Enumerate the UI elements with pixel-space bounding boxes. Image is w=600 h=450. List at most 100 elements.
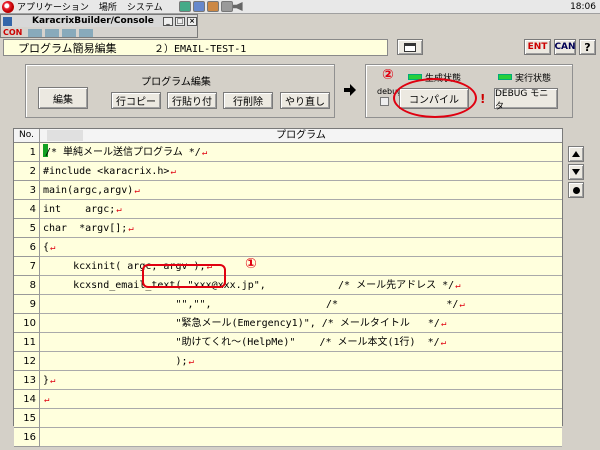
return-mark-icon: ↵ [128, 224, 134, 234]
launcher-icon[interactable] [192, 1, 205, 12]
code-line[interactable]: "助けてくれ〜(HelpMe)" /* メール本文(1行) */↵ [40, 333, 562, 352]
return-mark-icon: ↵ [440, 338, 447, 348]
table-row[interactable]: 16 [14, 428, 562, 447]
table-row[interactable]: 15 [14, 409, 562, 428]
compile-highlight-oval [393, 78, 477, 118]
code-line[interactable] [40, 409, 562, 428]
code-line[interactable]: "","", /* */↵ [40, 295, 562, 314]
table-row[interactable]: 9 "","", /* */↵ [14, 295, 562, 314]
code-line[interactable]: #include <karacrix.h>↵ [40, 162, 562, 181]
scroll-up-button[interactable] [568, 146, 584, 162]
line-number: 15 [14, 409, 40, 428]
code-line[interactable] [40, 428, 562, 447]
maximize-button[interactable]: □ [175, 16, 185, 26]
console-titlebar[interactable]: KaracrixBuilder/Console _ □ × [1, 15, 197, 27]
launcher-icon[interactable] [220, 1, 233, 12]
program-edit-panel: プログラム編集 編集 行コピー 行貼り付 行削除 やり直し [25, 64, 335, 118]
table-row[interactable]: 6 {↵ [14, 238, 562, 257]
line-number: 16 [14, 428, 40, 447]
code-line[interactable]: main(argc,argv)↵ [40, 181, 562, 200]
line-number: 6 [14, 238, 40, 257]
table-row[interactable]: 4 int argc;↵ [14, 200, 562, 219]
page-title: プログラム簡易編集 [18, 41, 117, 55]
program-table: No. プログラム 1/* 単純メール送信プログラム */↵ 2 #include … [13, 128, 563, 447]
con-label: CON [3, 28, 23, 37]
return-mark-icon: ↵ [440, 319, 447, 329]
jump-button[interactable] [568, 182, 584, 198]
code-line[interactable]: "緊急メール(Emergency1)", /* メールタイトル */↵ [40, 314, 562, 333]
table-row[interactable]: 5 char *argv[];↵ [14, 219, 562, 238]
toolbar-icon[interactable] [79, 28, 94, 37]
table-row[interactable]: 12 );↵ [14, 352, 562, 371]
help-button[interactable]: ? [579, 39, 596, 55]
line-number: 9 [14, 295, 40, 314]
column-no: No. [14, 129, 40, 142]
program-name: ２）EMAIL-TEST-1 [154, 44, 247, 55]
code-line[interactable]: );↵ [40, 352, 562, 371]
redo-button[interactable]: やり直し [280, 92, 330, 109]
line-number: 10 [14, 314, 40, 333]
can-button[interactable]: CAN [554, 39, 576, 55]
code-text: "緊急メール(Emergency1)", /* メールタイトル */ [43, 318, 440, 329]
os-top-panel: アプリケーション 場所 システム 18:06 [0, 0, 600, 14]
code-line[interactable]: char *argv[];↵ [40, 219, 562, 238]
circle-icon [572, 186, 580, 194]
code-line[interactable]: /* 単純メール送信プログラム */↵ [40, 143, 562, 162]
debug-checkbox[interactable] [380, 97, 389, 106]
volume-icon[interactable] [232, 2, 243, 11]
launcher-icon[interactable] [178, 1, 191, 12]
code-line[interactable]: int argc;↵ [40, 200, 562, 219]
table-row[interactable]: 11 "助けてくれ〜(HelpMe)" /* メール本文(1行) */↵ [14, 333, 562, 352]
right-arrow-icon [344, 83, 356, 97]
triangle-down-icon [572, 169, 580, 175]
column-program: プログラム [276, 130, 326, 141]
print-button[interactable] [397, 39, 423, 55]
compile-panel: ② 生成状態 実行状態 debug コンパイル ! DEBUG モニタ [365, 64, 573, 118]
line-number: 13 [14, 371, 40, 390]
annotation-1-highlight [142, 264, 226, 288]
launcher-icon[interactable] [206, 1, 219, 12]
os-menu-system[interactable]: システム [127, 0, 163, 13]
return-mark-icon: ↵ [44, 395, 50, 405]
table-row[interactable]: 14 ↵ [14, 390, 562, 409]
scroll-down-button[interactable] [568, 164, 584, 180]
code-text: { [43, 242, 50, 253]
code-text: "助けてくれ〜(HelpMe)" /* メール本文(1行) */ [43, 337, 440, 348]
toolbar-icon[interactable] [45, 28, 60, 37]
toolbar-icon[interactable] [28, 28, 43, 37]
close-button[interactable]: × [187, 16, 197, 26]
debug-monitor-button[interactable]: DEBUG モニタ [494, 88, 558, 112]
table-row[interactable]: 10 "緊急メール(Emergency1)", /* メールタイトル */↵ [14, 314, 562, 333]
line-delete-button[interactable]: 行削除 [223, 92, 273, 109]
table-row[interactable]: 2 #include <karacrix.h>↵ [14, 162, 562, 181]
console-window: KaracrixBuilder/Console _ □ × CON [0, 14, 198, 38]
return-mark-icon: ↵ [50, 243, 56, 253]
line-number: 4 [14, 200, 40, 219]
code-line[interactable]: ↵ [40, 390, 562, 409]
minimize-button[interactable]: _ [163, 16, 173, 26]
code-text: "","", /* */ [43, 299, 459, 310]
ent-button[interactable]: ENT [524, 39, 551, 55]
code-line[interactable]: }↵ [40, 371, 562, 390]
table-row[interactable]: 7 kcxinit( argc, argv );↵ [14, 257, 562, 276]
table-row[interactable]: 8 kcxsnd_email_text( "xxx@xxx.jp", /* メー… [14, 276, 562, 295]
line-paste-button[interactable]: 行貼り付 [167, 92, 217, 109]
code-line[interactable]: {↵ [40, 238, 562, 257]
table-row[interactable]: 1/* 単純メール送信プログラム */↵ [14, 143, 562, 162]
edit-button[interactable]: 編集 [38, 87, 88, 109]
return-mark-icon: ↵ [459, 300, 465, 310]
line-copy-button[interactable]: 行コピー [111, 92, 161, 109]
table-row[interactable]: 3 main(argc,argv)↵ [14, 181, 562, 200]
line-number: 8 [14, 276, 40, 295]
code-line[interactable]: kcxinit( argc, argv );↵ [40, 257, 562, 276]
os-menu-applications[interactable]: アプリケーション [17, 0, 89, 13]
return-mark-icon: ↵ [50, 376, 56, 386]
console-title: KaracrixBuilder/Console [32, 16, 154, 26]
code-line[interactable]: kcxsnd_email_text( "xxx@xxx.jp", /* メール先… [40, 276, 562, 295]
app-icon [3, 16, 12, 26]
os-menu-places[interactable]: 場所 [99, 0, 117, 13]
toolbar-icon[interactable] [62, 28, 77, 37]
os-logo-icon[interactable] [2, 0, 14, 13]
return-mark-icon: ↵ [170, 167, 176, 177]
table-row[interactable]: 13}↵ [14, 371, 562, 390]
